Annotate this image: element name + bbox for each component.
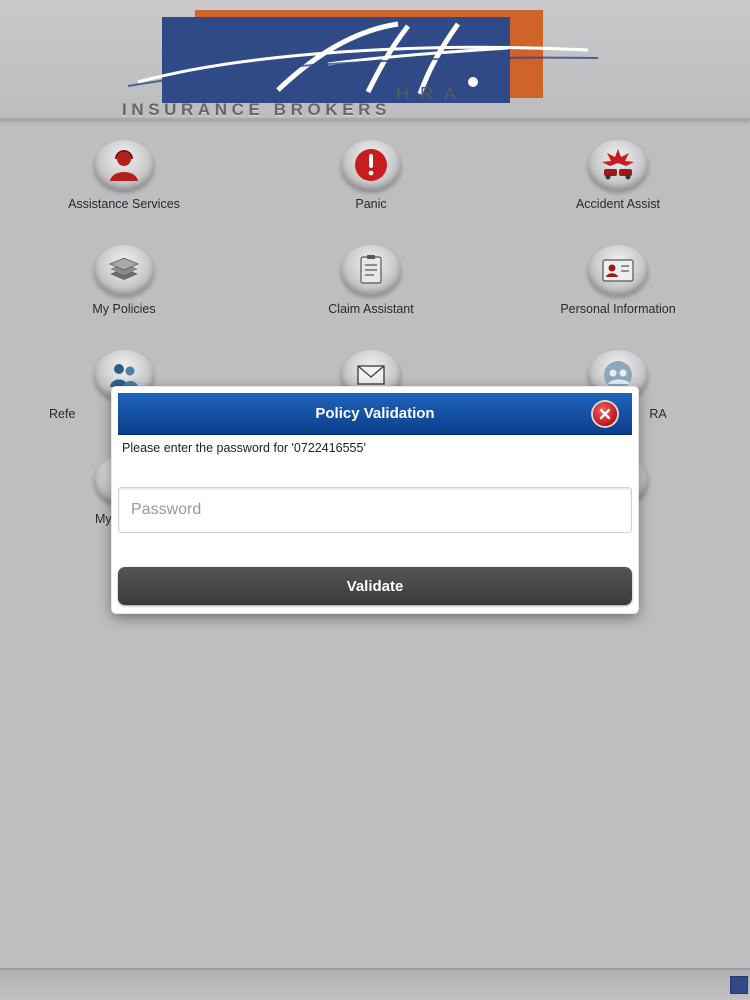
accident-icon <box>602 149 634 180</box>
footer-logo-icon <box>730 976 748 994</box>
tile-label: Panic <box>355 197 387 211</box>
password-input[interactable] <box>118 487 632 533</box>
tile-label: Personal Information <box>560 302 676 316</box>
tile-accident-assist[interactable]: Accident Assist <box>533 140 703 230</box>
policy-validation-dialog: Policy Validation Please enter the passw… <box>112 387 638 613</box>
dialog-title: Policy Validation <box>315 405 435 422</box>
personal-info-icon <box>602 259 634 282</box>
app-header: HRA INSURANCE BROKERS <box>0 0 750 120</box>
tile-label: Accident Assist <box>575 197 661 211</box>
tile-my-policies[interactable]: My Policies <box>39 245 209 335</box>
app-footer <box>0 968 750 1000</box>
close-icon <box>599 408 611 420</box>
dialog-header: Policy Validation <box>118 393 632 435</box>
tile-panic[interactable]: Panic <box>286 140 456 230</box>
close-button[interactable] <box>593 402 617 426</box>
dialog-message: Please enter the password for '072241655… <box>122 441 366 455</box>
tile-label: My Policies <box>92 302 156 316</box>
policies-icon <box>108 257 140 280</box>
tile-assistance-services[interactable]: Assistance Services <box>39 140 209 230</box>
claim-icon <box>360 255 382 284</box>
tile-personal-information[interactable]: Personal Information <box>533 245 703 335</box>
tile-claim-assistant[interactable]: Claim Assistant <box>286 245 456 335</box>
assistance-icon <box>110 150 138 181</box>
logo-tagline: INSURANCE BROKERS <box>122 100 391 119</box>
logo-script-icon <box>128 21 598 95</box>
panic-icon <box>355 149 387 181</box>
tile-label: Claim Assistant <box>328 302 414 316</box>
tile-label: Assistance Services <box>68 197 180 211</box>
validate-button[interactable]: Validate <box>118 567 632 605</box>
